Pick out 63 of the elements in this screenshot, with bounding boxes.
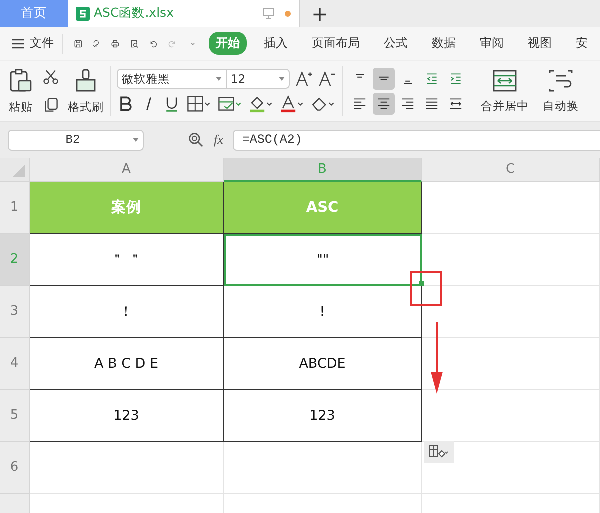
header-cell: ASC xyxy=(224,182,422,234)
caret-icon xyxy=(133,138,139,142)
shrink-font-icon[interactable] xyxy=(318,70,336,88)
cell-style-icon[interactable] xyxy=(217,95,243,113)
paste-button[interactable]: 粘贴 xyxy=(8,68,34,114)
table-cell: ! xyxy=(224,286,422,338)
zoom-icon[interactable] xyxy=(188,132,204,148)
document-tab[interactable]: ASC函数.xlsx xyxy=(68,0,300,27)
font-color-icon[interactable] xyxy=(279,95,305,113)
merge-center-button[interactable]: 合并居中 xyxy=(481,68,529,114)
header-cell: 案例 xyxy=(30,182,224,234)
new-tab-button[interactable]: + xyxy=(300,0,340,27)
merge-cells-icon xyxy=(492,68,518,92)
fill-color-icon[interactable] xyxy=(248,95,274,113)
spreadsheet-icon xyxy=(76,6,90,20)
down-arrow xyxy=(430,322,444,394)
tab-label: 首页 xyxy=(21,5,47,22)
highlight-box xyxy=(410,271,442,306)
eraser-icon[interactable] xyxy=(310,95,336,113)
paste-options-button[interactable] xyxy=(424,441,454,463)
borders-icon[interactable] xyxy=(186,95,212,113)
font-name-dropdown[interactable]: 微软雅黑 xyxy=(117,69,227,89)
table-cell: 123 xyxy=(224,390,422,442)
ribbon-tab[interactable]: 插入 xyxy=(257,32,295,55)
caret-icon xyxy=(279,77,285,81)
fill-handle[interactable] xyxy=(419,281,424,286)
tab-label: ASC函数.xlsx xyxy=(94,5,175,22)
table-cell: A B C D E xyxy=(30,338,224,390)
wrap-text-icon xyxy=(548,68,574,92)
caret-icon xyxy=(216,77,222,81)
clipboard-icon xyxy=(8,68,34,94)
row-header[interactable]: 1 xyxy=(0,182,30,234)
ribbon-tab[interactable]: 审阅 xyxy=(473,32,511,55)
column-header[interactable]: A xyxy=(30,158,224,182)
row-header[interactable]: 3 xyxy=(0,286,30,338)
paste-options-icon xyxy=(429,445,449,459)
ribbon-tab[interactable]: 视图 xyxy=(521,32,559,55)
ribbon-tab[interactable]: 页面布局 xyxy=(305,32,367,55)
table-cell: ！ xyxy=(30,286,224,338)
ribbon-tab[interactable]: 安 xyxy=(569,32,595,55)
function-label[interactable]: fx xyxy=(214,132,224,148)
format-painter-button[interactable]: 格式刷 xyxy=(68,68,104,114)
ribbon-tab[interactable]: 公式 xyxy=(377,32,415,55)
row-header[interactable]: 6 xyxy=(0,442,30,494)
column-header[interactable]: C xyxy=(422,158,600,182)
wrap-text-button[interactable]: 自动换 xyxy=(543,68,579,114)
copy-icon[interactable] xyxy=(42,96,60,114)
font-size-dropdown[interactable]: 12 xyxy=(226,69,290,89)
table-cell: ＂ ＂ xyxy=(30,234,224,286)
scissors-icon[interactable] xyxy=(42,68,60,86)
file-menu[interactable]: 文件 xyxy=(12,35,54,52)
row-header[interactable]: 4 xyxy=(0,338,30,390)
align-button[interactable] xyxy=(373,92,395,114)
grow-font-icon[interactable] xyxy=(295,70,313,88)
row-header[interactable]: 5 xyxy=(0,390,30,442)
formula-input[interactable]: =ASC(A2) xyxy=(233,130,600,150)
menu-icon xyxy=(12,38,24,48)
table-cell: "" xyxy=(224,234,422,286)
table-cell: ABCDE xyxy=(224,338,422,390)
ribbon-tab[interactable]: 数据 xyxy=(425,32,463,55)
name-box[interactable]: B2 xyxy=(8,130,144,150)
align-button[interactable] xyxy=(373,68,395,90)
table-cell: 123 xyxy=(30,390,224,442)
